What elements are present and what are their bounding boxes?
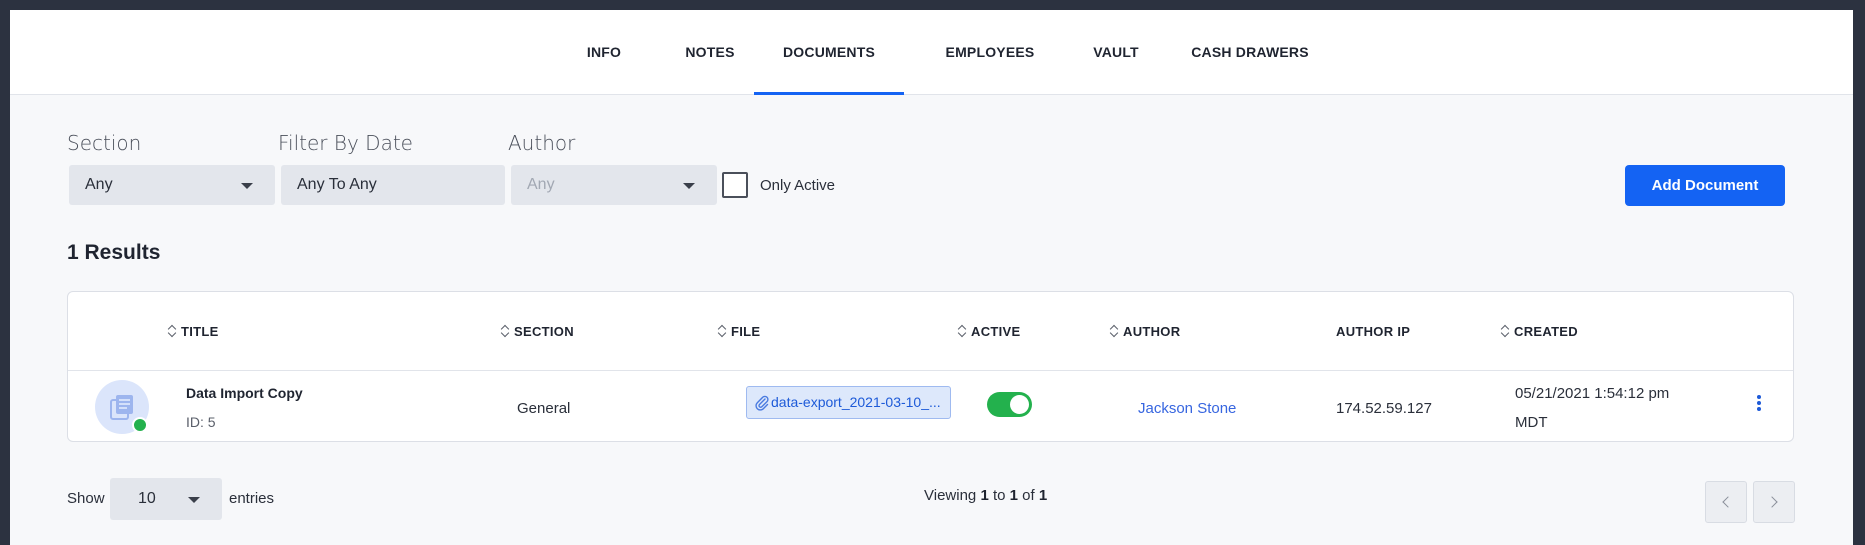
header-divider [68, 370, 1793, 371]
tab-cash-drawers[interactable]: CASH DRAWERS [1180, 10, 1320, 95]
column-header-file[interactable]: FILE [718, 324, 760, 339]
column-header-title[interactable]: TITLE [168, 324, 219, 339]
chevron-right-icon [1766, 496, 1778, 508]
chevron-down-icon [241, 183, 253, 189]
tab-bar: INFO NOTES DOCUMENTS EMPLOYEES VAULT CAS… [10, 10, 1853, 95]
only-active-label: Only Active [760, 177, 836, 194]
author-select-value: Any [527, 176, 555, 193]
page-content: INFO NOTES DOCUMENTS EMPLOYEES VAULT CAS… [10, 10, 1853, 545]
chevron-left-icon [1722, 496, 1734, 508]
page-size-select[interactable]: 10 [110, 478, 222, 520]
documents-table: TITLE SECTION FILE ACTIVE AUTHOR AUTHOR … [67, 291, 1794, 442]
document-stack-icon [110, 395, 133, 420]
show-label: Show [67, 490, 105, 507]
column-header-active[interactable]: ACTIVE [958, 324, 1020, 339]
chevron-down-icon [683, 183, 695, 189]
created-timezone: MDT [1515, 414, 1548, 431]
paperclip-icon [755, 395, 769, 411]
created-date: 05/21/2021 1:54:12 pm [1515, 385, 1670, 402]
entries-label: entries [229, 490, 275, 507]
author-select[interactable]: Any [511, 165, 717, 205]
document-section: General [517, 400, 571, 417]
file-name: data-export_2021-03-10_... [771, 394, 941, 410]
document-id: ID: 5 [186, 414, 216, 430]
viewing-summary: Viewing 1 to 1 of 1 [924, 487, 1048, 504]
sort-icon [718, 325, 726, 337]
date-filter-label: Filter By Date [278, 131, 413, 155]
sort-icon [168, 325, 176, 337]
author-ip: 174.52.59.127 [1336, 400, 1432, 417]
results-count: 1 Results [67, 241, 161, 264]
section-select[interactable]: Any [69, 165, 275, 205]
add-document-button[interactable]: Add Document [1625, 165, 1785, 206]
kebab-menu-icon[interactable] [1756, 395, 1762, 413]
column-header-author[interactable]: AUTHOR [1110, 324, 1180, 339]
sort-icon [501, 325, 509, 337]
column-header-created[interactable]: CREATED [1501, 324, 1578, 339]
sort-icon [1501, 325, 1509, 337]
tab-documents[interactable]: DOCUMENTS [754, 10, 904, 95]
author-filter-label: Author [508, 131, 576, 155]
column-header-section[interactable]: SECTION [501, 324, 574, 339]
column-header-author-ip: AUTHOR IP [1336, 324, 1411, 339]
date-filter-input[interactable]: Any To Any [281, 165, 505, 205]
sort-icon [958, 325, 966, 337]
previous-page-button[interactable] [1705, 481, 1747, 523]
page-size-value: 10 [138, 490, 156, 507]
tab-employees[interactable]: EMPLOYEES [930, 10, 1050, 95]
next-page-button[interactable] [1753, 481, 1795, 523]
section-filter-label: Section [67, 131, 142, 155]
tab-vault[interactable]: VAULT [1076, 10, 1156, 95]
toggle-knob [1010, 395, 1029, 414]
file-attachment-link[interactable]: data-export_2021-03-10_... [746, 386, 951, 419]
document-title[interactable]: Data Import Copy [186, 385, 303, 401]
tab-notes[interactable]: NOTES [670, 10, 750, 95]
top-dark-bar [0, 0, 1865, 10]
author-link[interactable]: Jackson Stone [1138, 400, 1236, 417]
sort-icon [1110, 325, 1118, 337]
tab-info[interactable]: INFO [564, 10, 644, 95]
date-filter-value: Any To Any [297, 176, 377, 193]
only-active-checkbox[interactable] [722, 172, 748, 198]
active-toggle[interactable] [987, 392, 1032, 417]
section-select-value: Any [85, 176, 113, 193]
chevron-down-icon [188, 497, 200, 503]
status-online-dot [132, 417, 148, 433]
